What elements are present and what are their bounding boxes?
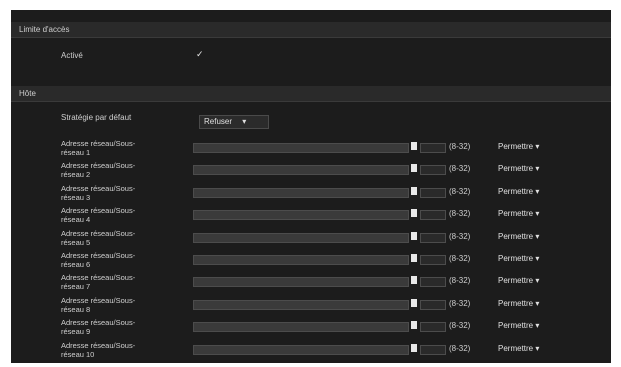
- subnet-mask-input[interactable]: [420, 165, 446, 176]
- permission-select[interactable]: Permettre ▾: [495, 186, 542, 198]
- row-label: Adresse réseau/Sous-réseau 1: [61, 139, 136, 157]
- range-label: (8-32): [449, 186, 471, 196]
- permission-select[interactable]: Permettre ▾: [495, 141, 542, 153]
- range-label: (8-32): [449, 276, 471, 286]
- chevron-down-icon: ▾: [535, 253, 540, 263]
- range-label: (8-32): [449, 142, 471, 151]
- table-row: Adresse réseau/Sous-réseau 10 (8-32) Per…: [11, 340, 611, 362]
- chevron-down-icon: ▾: [535, 231, 540, 241]
- address-end-marker: [411, 276, 417, 285]
- subnet-mask-input[interactable]: [420, 210, 446, 221]
- row-label: Adresse réseau/Sous-réseau 8: [61, 295, 136, 314]
- chevron-down-icon: ▾: [535, 164, 540, 174]
- host-title: Hôte: [19, 89, 36, 98]
- range-label: (8-32): [449, 298, 471, 308]
- row-label: Adresse réseau/Sous-réseau 4: [61, 206, 136, 225]
- subnet-mask-input[interactable]: [420, 254, 446, 265]
- subnet-mask-input[interactable]: [420, 322, 446, 333]
- row-label: Adresse réseau/Sous-réseau 7: [61, 273, 136, 292]
- address-end-marker: [411, 209, 417, 218]
- row-label: Adresse réseau/Sous-réseau 3: [61, 183, 136, 202]
- address-end-marker: [411, 142, 417, 150]
- access-limit-title: Limite d'accès: [19, 25, 70, 34]
- subnet-mask-input[interactable]: [420, 277, 446, 288]
- network-address-input[interactable]: [193, 232, 409, 243]
- network-address-input[interactable]: [193, 165, 409, 176]
- chevron-down-icon: ▾: [535, 142, 540, 151]
- range-label: (8-32): [449, 321, 471, 331]
- access-control-panel: Limite d'accès Activé ✓ Hôte Stratégie p…: [11, 10, 611, 363]
- network-address-input[interactable]: [193, 254, 409, 265]
- address-end-marker: [411, 321, 417, 330]
- address-end-marker: [411, 298, 417, 307]
- address-end-marker: [411, 231, 417, 240]
- permission-select[interactable]: Permettre ▾: [495, 231, 542, 243]
- permission-select[interactable]: Permettre ▾: [495, 208, 542, 220]
- table-row: Adresse réseau/Sous-réseau 1 (8-32) Perm…: [11, 138, 611, 160]
- table-row: Adresse réseau/Sous-réseau 3 (8-32) Perm…: [11, 183, 611, 205]
- row-label: Adresse réseau/Sous-réseau 5: [61, 228, 136, 247]
- table-row: Adresse réseau/Sous-réseau 4 (8-32) Perm…: [11, 205, 611, 227]
- range-label: (8-32): [449, 253, 471, 263]
- permission-select[interactable]: Permettre ▾: [495, 163, 542, 175]
- range-label: (8-32): [449, 231, 471, 241]
- range-label: (8-32): [449, 164, 471, 174]
- chevron-down-icon: ▾: [242, 117, 247, 126]
- permission-select[interactable]: Permettre ▾: [495, 253, 542, 265]
- table-row: Adresse réseau/Sous-réseau 7 (8-32) Perm…: [11, 272, 611, 294]
- subnet-mask-input[interactable]: [420, 299, 446, 310]
- active-label: Activé: [61, 51, 83, 60]
- address-end-marker: [411, 343, 417, 352]
- row-label: Adresse réseau/Sous-réseau 9: [61, 318, 136, 337]
- network-address-input[interactable]: [193, 143, 409, 153]
- subnet-mask-input[interactable]: [420, 344, 446, 355]
- table-row: Adresse réseau/Sous-réseau 9 (8-32) Perm…: [11, 317, 611, 339]
- network-rows: Adresse réseau/Sous-réseau 1 (8-32) Perm…: [11, 138, 611, 362]
- permission-select[interactable]: Permettre ▾: [495, 320, 542, 332]
- network-address-input[interactable]: [193, 299, 409, 310]
- chevron-down-icon: ▾: [535, 321, 540, 331]
- subnet-mask-input[interactable]: [420, 232, 446, 243]
- table-row: Adresse réseau/Sous-réseau 2 (8-32) Perm…: [11, 160, 611, 182]
- check-icon: ✓: [196, 49, 204, 59]
- row-label: Adresse réseau/Sous-réseau 6: [61, 250, 136, 269]
- chevron-down-icon: ▾: [535, 186, 540, 196]
- chevron-down-icon: ▾: [535, 343, 540, 353]
- default-policy-value: Refuser: [204, 117, 233, 126]
- chevron-down-icon: ▾: [535, 298, 540, 308]
- network-address-input[interactable]: [193, 344, 409, 355]
- network-address-input[interactable]: [193, 210, 409, 221]
- address-end-marker: [411, 253, 417, 262]
- row-label: Adresse réseau/Sous-réseau 2: [61, 161, 136, 180]
- network-address-input[interactable]: [193, 277, 409, 288]
- subnet-mask-input[interactable]: [420, 143, 446, 153]
- network-address-input[interactable]: [193, 322, 409, 333]
- row-label: Adresse réseau/Sous-réseau 10: [61, 340, 136, 359]
- table-row: Adresse réseau/Sous-réseau 6 (8-32) Perm…: [11, 250, 611, 272]
- default-policy-select[interactable]: Refuser ▾: [199, 115, 269, 129]
- address-end-marker: [411, 164, 417, 173]
- table-row: Adresse réseau/Sous-réseau 8 (8-32) Perm…: [11, 295, 611, 317]
- table-row: Adresse réseau/Sous-réseau 5 (8-32) Perm…: [11, 228, 611, 250]
- access-limit-header: Limite d'accès: [11, 22, 611, 38]
- permission-select[interactable]: Permettre ▾: [495, 343, 542, 355]
- network-address-input[interactable]: [193, 187, 409, 198]
- active-checkbox[interactable]: ✓: [196, 49, 204, 60]
- permission-select[interactable]: Permettre ▾: [495, 298, 542, 310]
- address-end-marker: [411, 186, 417, 195]
- permission-select[interactable]: Permettre ▾: [495, 275, 542, 287]
- chevron-down-icon: ▾: [535, 276, 540, 286]
- range-label: (8-32): [449, 209, 471, 219]
- chevron-down-icon: ▾: [535, 209, 540, 219]
- range-label: (8-32): [449, 343, 471, 353]
- default-policy-label: Stratégie par défaut: [61, 113, 132, 122]
- subnet-mask-input[interactable]: [420, 187, 446, 198]
- host-header: Hôte: [11, 86, 611, 102]
